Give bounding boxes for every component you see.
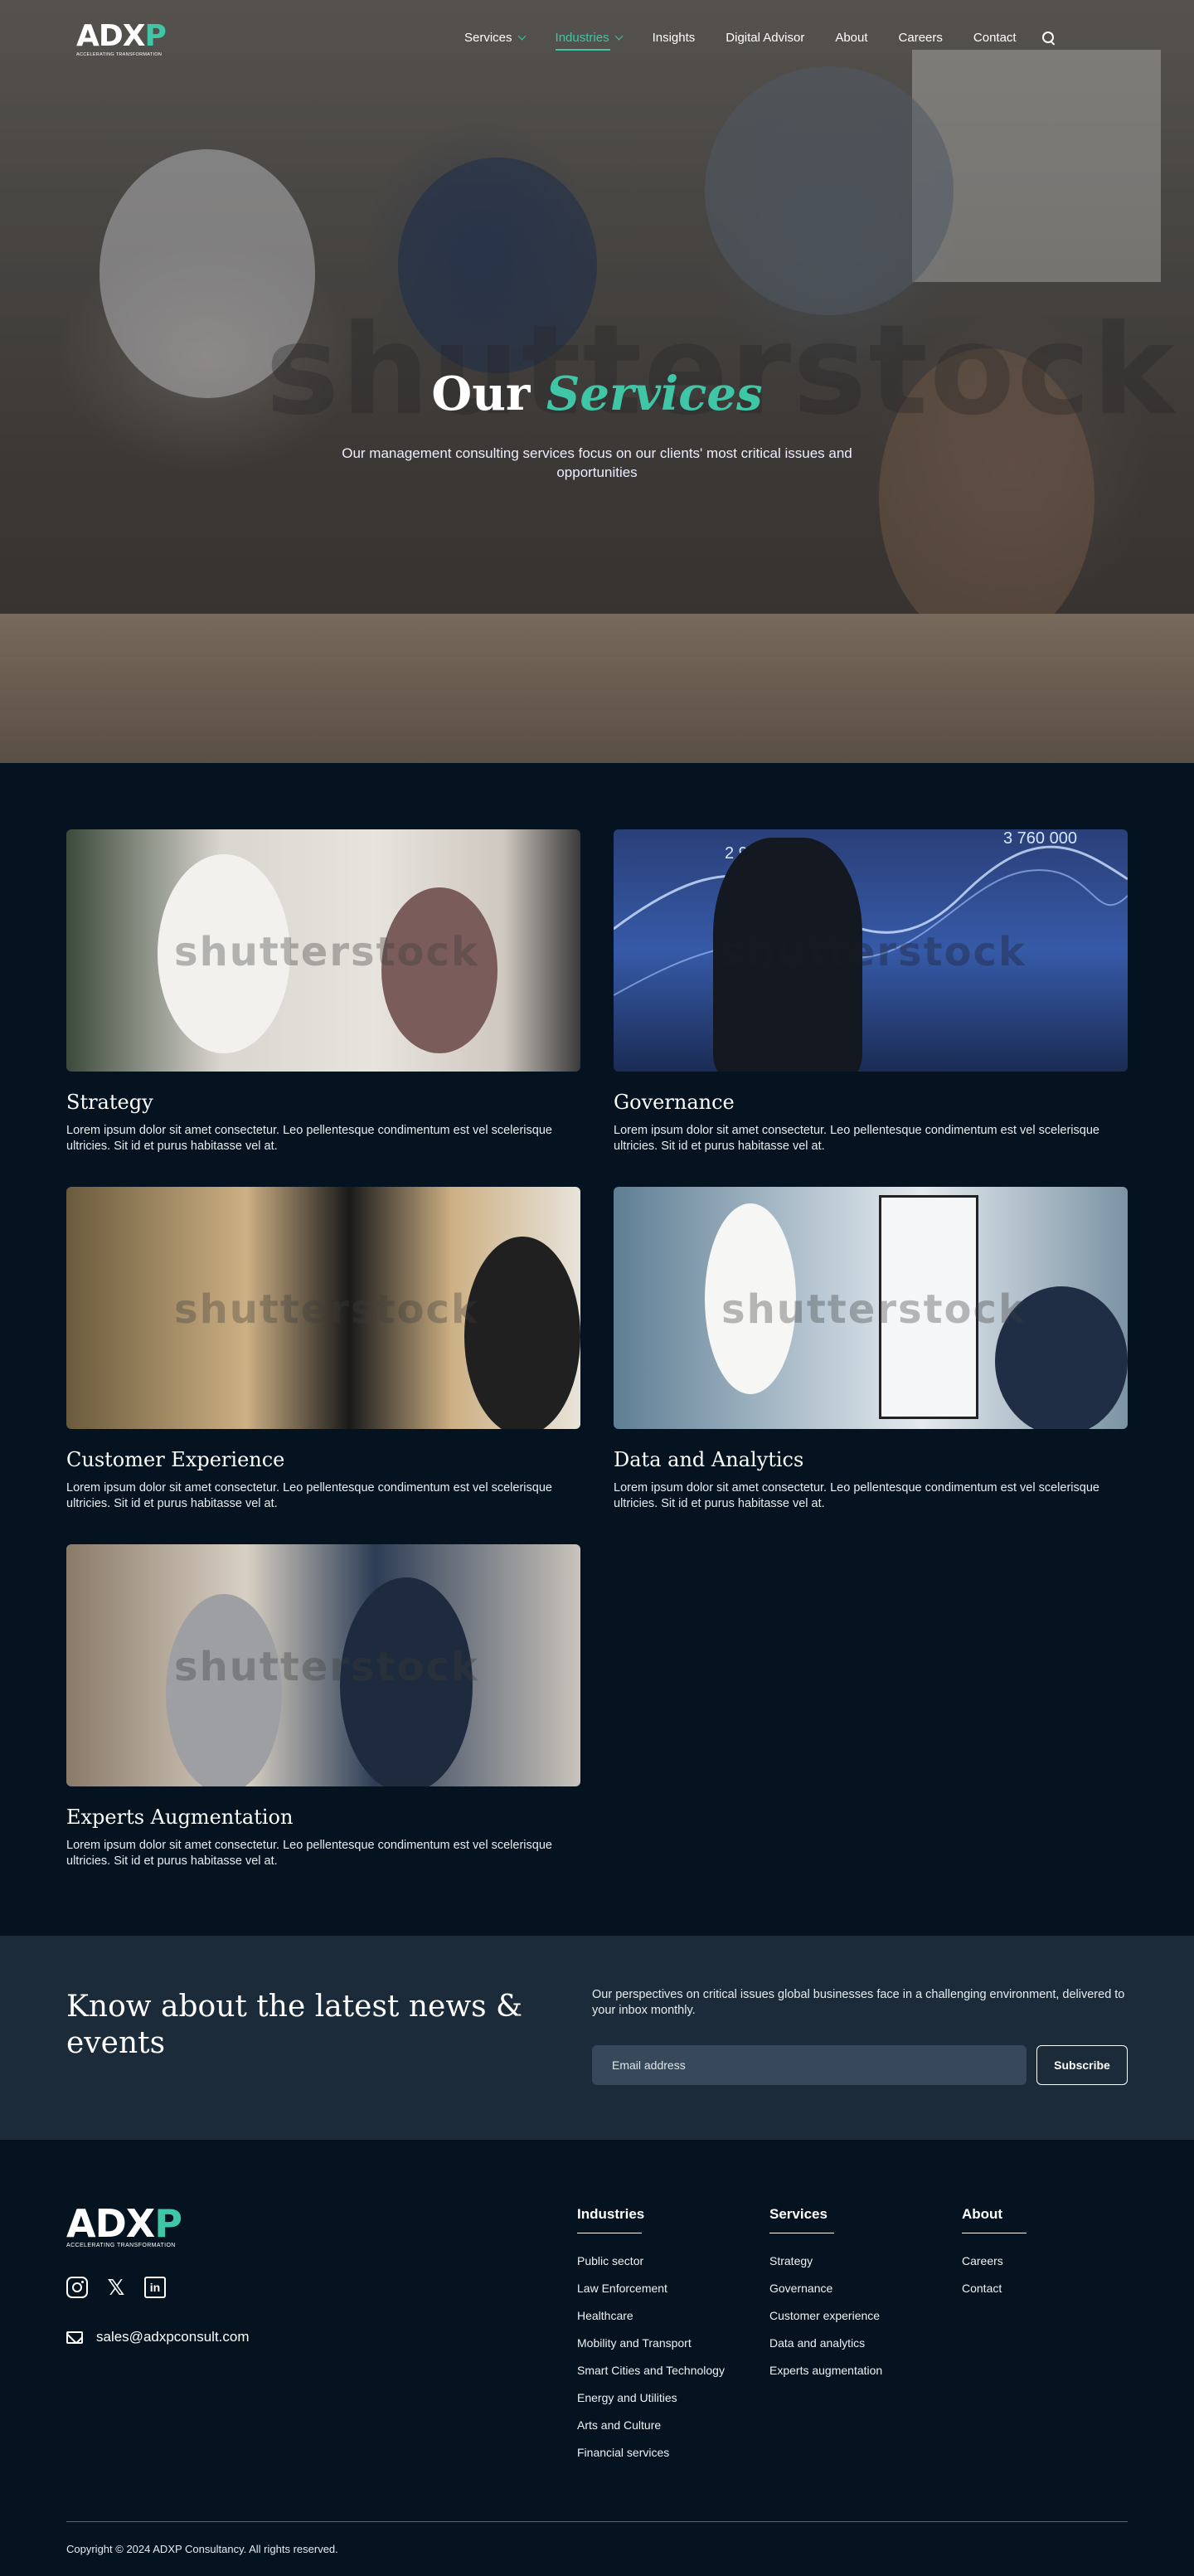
linkedin-icon[interactable]: in <box>144 2277 166 2298</box>
footer-column-about: About Careers Contact <box>962 2206 1027 2308</box>
footer-link[interactable]: Energy and Utilities <box>577 2390 725 2406</box>
newsletter-section: Know about the latest news & events Our … <box>0 1936 1194 2140</box>
image-watermark: shutterstock <box>721 929 1027 975</box>
footer-column-heading: Services <box>769 2206 834 2233</box>
service-description: Lorem ipsum dolor sit amet consectetur. … <box>66 1839 552 1868</box>
nav-item-label: About <box>835 31 868 45</box>
newsletter-heading: Know about the latest news & events <box>66 1990 523 2060</box>
service-card-customer-experience[interactable]: shutterstock Customer Experience Lorem i… <box>66 1187 580 1512</box>
hero-section: shutterstock ADXP ACCELERATING TRANSFORM… <box>0 0 1194 763</box>
chevron-down-icon <box>614 32 624 41</box>
brand-logo[interactable]: ADXP ACCELERATING TRANSFORMATION <box>76 22 167 60</box>
service-image: 2 980 00 3 760 000 shutterstock <box>614 829 1128 1072</box>
footer-link[interactable]: Contact <box>962 2281 1027 2297</box>
footer-column-heading: Industries <box>577 2206 644 2233</box>
service-description: Lorem ipsum dolor sit amet consectetur. … <box>66 1481 552 1510</box>
service-title: Customer Experience <box>66 1448 285 1471</box>
main-menu: Services Industries Insights Digital Adv… <box>464 31 1056 51</box>
footer-link[interactable]: Strategy <box>769 2253 882 2269</box>
service-description: Lorem ipsum dolor sit amet consectetur. … <box>614 1124 1099 1153</box>
service-card-data-analytics[interactable]: shutterstock Data and Analytics Lorem ip… <box>614 1187 1128 1512</box>
nav-item-insights[interactable]: Insights <box>653 31 696 45</box>
logo-text: ADX <box>66 2201 155 2246</box>
image-watermark: shutterstock <box>174 1644 479 1690</box>
service-description: Lorem ipsum dolor sit amet consectetur. … <box>614 1481 1099 1510</box>
footer-link[interactable]: Healthcare <box>577 2308 725 2324</box>
service-title: Governance <box>614 1091 735 1114</box>
service-title: Strategy <box>66 1091 153 1114</box>
footer-link[interactable]: Governance <box>769 2281 882 2297</box>
hero-image-table <box>0 614 1194 763</box>
image-watermark: shutterstock <box>174 1286 479 1333</box>
nav-item-about[interactable]: About <box>835 31 867 45</box>
footer-link[interactable]: Smart Cities and Technology <box>577 2363 725 2379</box>
footer-link[interactable]: Experts augmentation <box>769 2363 882 2379</box>
footer-link[interactable]: Arts and Culture <box>577 2418 725 2433</box>
footer-column-services: Services Strategy Governance Customer ex… <box>769 2206 882 2390</box>
footer-column-heading: About <box>962 2206 1027 2233</box>
logo-text-accent: P <box>154 2201 182 2246</box>
footer-link[interactable]: Careers <box>962 2253 1027 2269</box>
chevron-down-icon <box>517 32 526 41</box>
newsletter-description: Our perspectives on critical issues glob… <box>592 1988 1125 2017</box>
instagram-icon[interactable] <box>66 2277 88 2298</box>
image-person <box>166 1594 282 1786</box>
image-chart-label: 3 760 000 <box>1003 829 1077 848</box>
service-title: Experts Augmentation <box>66 1806 294 1829</box>
service-image: shutterstock <box>614 1187 1128 1429</box>
footer-column-industries: Industries Public sector Law Enforcement… <box>577 2206 725 2472</box>
logo-tagline: ACCELERATING TRANSFORMATION <box>76 52 163 57</box>
contact-email[interactable]: sales@adxpconsult.com <box>66 2329 250 2345</box>
subscribe-button[interactable]: Subscribe <box>1036 2045 1128 2085</box>
service-title: Data and Analytics <box>614 1448 804 1471</box>
social-links: 𝕏 in <box>66 2277 183 2298</box>
footer-link[interactable]: Data and analytics <box>769 2335 882 2351</box>
service-image: shutterstock <box>66 1544 580 1786</box>
page-title-accent: Services <box>546 367 763 421</box>
footer-link[interactable]: Financial services <box>577 2445 725 2461</box>
nav-item-contact[interactable]: Contact <box>973 31 1017 45</box>
footer-link[interactable]: Public sector <box>577 2253 725 2269</box>
nav-item-careers[interactable]: Careers <box>899 31 943 45</box>
nav-item-label: Contact <box>973 31 1017 45</box>
service-image: shutterstock <box>66 829 580 1072</box>
nav-item-industries[interactable]: Industries <box>555 31 624 51</box>
service-card-experts-augmentation[interactable]: shutterstock Experts Augmentation Lorem … <box>66 1544 580 1869</box>
search-icon[interactable] <box>1041 31 1056 45</box>
footer-link[interactable]: Customer experience <box>769 2308 882 2324</box>
footer-divider <box>66 2521 1128 2522</box>
image-watermark: shutterstock <box>174 929 479 975</box>
service-card-governance[interactable]: 2 980 00 3 760 000 shutterstock Governan… <box>614 829 1128 1154</box>
logo-text-accent: P <box>144 19 167 53</box>
x-icon[interactable]: 𝕏 <box>105 2277 127 2298</box>
email-field[interactable] <box>592 2045 1027 2085</box>
page-title-plain: Our <box>431 367 531 421</box>
footer-logo[interactable]: ADXP ACCELERATING TRANSFORMATION <box>66 2204 191 2251</box>
hero-image-person <box>705 66 954 315</box>
logo-tagline: ACCELERATING TRANSFORMATION <box>66 2243 176 2248</box>
copyright: Copyright © 2024 ADXP Consultancy. All r… <box>66 2543 338 2555</box>
contact-email-text: sales@adxpconsult.com <box>96 2329 250 2345</box>
service-card-strategy[interactable]: shutterstock Strategy Lorem ipsum dolor … <box>66 829 580 1154</box>
logo-text: ADX <box>76 19 145 53</box>
footer-link[interactable]: Mobility and Transport <box>577 2335 725 2351</box>
image-person <box>464 1237 580 1429</box>
nav-item-label: Industries <box>555 31 609 45</box>
nav-item-label: Services <box>464 31 512 45</box>
service-description: Lorem ipsum dolor sit amet consectetur. … <box>66 1124 552 1153</box>
nav-item-label: Insights <box>652 31 696 45</box>
top-navigation: ADXP ACCELERATING TRANSFORMATION Service… <box>0 0 1194 80</box>
footer-link[interactable]: Law Enforcement <box>577 2281 725 2297</box>
page-title: Our Services <box>0 367 1194 421</box>
nav-item-label: Digital Advisor <box>726 31 805 45</box>
nav-item-label: Careers <box>898 31 943 45</box>
mail-icon <box>66 2331 83 2344</box>
nav-item-services[interactable]: Services <box>464 31 526 45</box>
hero-subtitle: Our management consulting services focus… <box>342 445 852 480</box>
nav-item-digital-advisor[interactable]: Digital Advisor <box>726 31 804 45</box>
service-image: shutterstock <box>66 1187 580 1429</box>
image-watermark: shutterstock <box>721 1286 1027 1333</box>
